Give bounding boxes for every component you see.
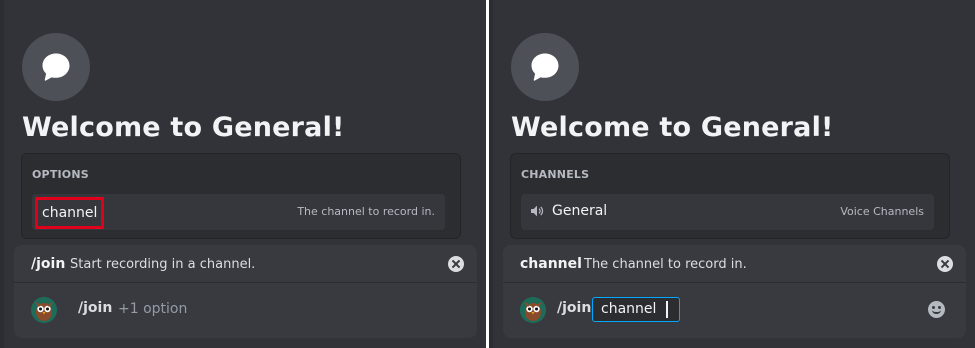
welcome-heading: Welcome to General!	[22, 112, 345, 143]
chat-edge-strip	[489, 0, 493, 348]
chat-edge-strip	[0, 0, 4, 348]
channel-general-row[interactable]: General Voice Channels	[521, 194, 934, 230]
option-description: The channel to record in.	[297, 205, 435, 218]
option-name: channel	[35, 197, 105, 229]
input-command[interactable]: /join	[557, 300, 591, 316]
channel-name: General	[552, 203, 608, 219]
chat-bubble-icon	[531, 53, 559, 81]
command-header: /join Start recording in a channel.	[14, 245, 477, 283]
close-icon[interactable]	[937, 256, 953, 272]
speaker-icon	[531, 205, 544, 217]
right-screenshot-panel: Welcome to General! CHANNELS General Voi…	[489, 0, 975, 348]
input-option-hint: +1 option	[118, 301, 188, 317]
channel-option-input[interactable]: channel	[592, 297, 680, 322]
welcome-heading: Welcome to General!	[511, 112, 834, 143]
option-description: The channel to record in.	[584, 257, 747, 272]
command-name: /join	[31, 256, 66, 272]
popup-heading: CHANNELS	[521, 168, 590, 181]
option-name: channel	[520, 256, 582, 272]
close-icon[interactable]	[448, 256, 464, 272]
option-input-value: channel	[601, 301, 657, 317]
text-caret	[666, 301, 668, 318]
channel-category: Voice Channels	[840, 205, 924, 218]
chat-bubble-icon	[42, 53, 70, 81]
input-command[interactable]: /join	[78, 300, 112, 316]
channel-hero-icon	[22, 33, 90, 101]
owl-avatar-icon	[520, 297, 546, 323]
left-screenshot-panel: Welcome to General! OPTIONS channel The …	[0, 0, 486, 348]
owl-avatar-icon	[31, 297, 57, 323]
smile-icon[interactable]	[928, 301, 945, 318]
command-input-box: /join Start recording in a channel. /joi…	[14, 245, 477, 338]
command-header: channel The channel to record in.	[503, 245, 966, 283]
command-description: Start recording in a channel.	[70, 257, 256, 272]
option-channel-row[interactable]: channel The channel to record in.	[32, 194, 445, 230]
options-popup: OPTIONS channel The channel to record in…	[21, 153, 461, 239]
channels-popup: CHANNELS General Voice Channels	[510, 153, 950, 239]
command-input-box: channel The channel to record in. /join …	[503, 245, 966, 338]
bot-avatar	[31, 297, 57, 323]
bot-avatar	[520, 297, 546, 323]
popup-heading: OPTIONS	[32, 168, 89, 181]
channel-hero-icon	[511, 33, 579, 101]
